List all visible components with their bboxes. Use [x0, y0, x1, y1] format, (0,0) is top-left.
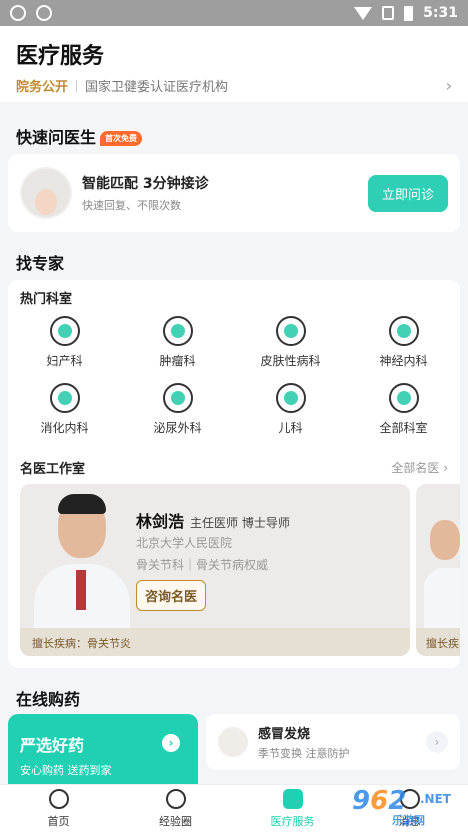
- notification-icon: [10, 5, 26, 21]
- hospital-desc: 国家卫健委认证医疗机构: [85, 80, 229, 95]
- doctor-hospital: 北京大学人民医院: [136, 536, 233, 550]
- quick-ask-card[interactable]: 智能匹配 3分钟接诊 快速回复、不限次数 立即问诊: [8, 154, 460, 232]
- drug-category-subtitle: 季节变换 注意防护: [258, 747, 350, 760]
- doctor-name: 林剑浩: [136, 512, 185, 531]
- all-depts-icon: [388, 383, 419, 413]
- watermark-logo: 962 .NET 乐游网: [352, 786, 451, 827]
- doctor-card[interactable]: 林剑浩 主任医师 博士导师 北京大学人民医院 骨关节科｜骨关节病权威 咨询名医 …: [20, 484, 410, 656]
- tumor-icon: [162, 316, 193, 346]
- page-title: 医疗服务: [16, 44, 105, 69]
- all-doctors-link-text: 全部名医: [391, 461, 440, 475]
- dept-item[interactable]: 泌尿外科: [121, 383, 234, 436]
- hospital-info-row[interactable]: 院务公开 国家卫健委认证医疗机构 ›: [16, 76, 452, 95]
- dept-item[interactable]: 消化内科: [8, 383, 121, 436]
- divider: [76, 79, 78, 92]
- famous-title: 名医工作室: [20, 462, 86, 477]
- consult-doctor-button[interactable]: 咨询名医: [136, 580, 207, 611]
- dept-item[interactable]: 儿科: [234, 383, 347, 436]
- all-doctors-link[interactable]: 全部名医 ›: [391, 459, 448, 476]
- avatar: [20, 167, 72, 219]
- chevron-right-icon: ›: [162, 734, 180, 752]
- dept-label: 妇产科: [46, 354, 83, 368]
- quick-ask-headline: 智能匹配 3分钟接诊: [82, 176, 209, 192]
- sim-icon: [382, 6, 395, 20]
- pacifier-icon: [275, 383, 306, 413]
- tab-label: 首页: [47, 814, 70, 828]
- doctor-photo: [424, 510, 460, 628]
- skin-icon: [275, 316, 306, 346]
- chevron-right-icon: ›: [443, 461, 448, 475]
- buy-drugs-title: 在线购药: [16, 690, 81, 709]
- dept-grid: 妇产科 肿瘤科 皮肤性病科 神经内科 消化内科 泌尿外科 儿科 全部科室: [8, 316, 460, 436]
- expert-card: 热门科室 妇产科 肿瘤科 皮肤性病科 神经内科 消化内科 泌尿外科 儿科 全部科…: [8, 280, 460, 668]
- doctor-title: 主任医师 博士导师: [190, 516, 290, 530]
- stomach-icon: [49, 383, 80, 413]
- promo-card[interactable]: 严选好药 安心购药 送药到家 ›: [8, 714, 198, 784]
- quick-ask-title: 快速问医生 首次免费: [16, 124, 143, 148]
- quick-ask-title-text: 快速问医生: [16, 128, 97, 147]
- dept-label: 肿瘤科: [159, 354, 196, 368]
- header: 医疗服务 院务公开 国家卫健委认证医疗机构 ›: [0, 26, 468, 102]
- dept-label: 消化内科: [40, 421, 89, 435]
- dept-item[interactable]: 神经内科: [347, 316, 460, 369]
- notification-icon: [36, 5, 52, 21]
- circle-icon: [165, 788, 186, 809]
- dept-label: 儿科: [278, 421, 303, 435]
- dept-item[interactable]: 妇产科: [8, 316, 121, 369]
- dept-label: 皮肤性病科: [260, 354, 321, 368]
- dept-label: 泌尿外科: [153, 421, 202, 435]
- battery-icon: [404, 5, 414, 21]
- kidney-icon: [162, 383, 193, 413]
- doctor-specialty: 擅长疾: [416, 628, 460, 656]
- free-badge: 首次免费: [100, 131, 143, 146]
- dept-label: 神经内科: [379, 354, 428, 368]
- doctor-photo: [28, 492, 136, 628]
- chevron-right-icon: ›: [445, 76, 452, 95]
- wifi-icon: [354, 6, 373, 20]
- drug-category-title: 感冒发烧: [258, 727, 311, 742]
- find-expert-title: 找专家: [16, 254, 65, 273]
- doctor-dept: 骨关节科｜骨关节病权威: [136, 558, 269, 572]
- doctor-specialty: 擅长疾病：骨关节炎: [20, 628, 410, 656]
- hot-depts-title: 热门科室: [20, 292, 73, 307]
- tab-label: 医疗服务: [270, 814, 315, 828]
- status-time: 5:31: [423, 5, 458, 21]
- hospital-tag: 院务公开: [16, 80, 69, 95]
- tab-experience[interactable]: 经验圈: [117, 785, 234, 832]
- consult-now-button[interactable]: 立即问诊: [367, 174, 448, 212]
- dept-item[interactable]: 皮肤性病科: [234, 316, 347, 369]
- chevron-right-icon: ›: [426, 731, 448, 753]
- tab-home[interactable]: 首页: [0, 785, 117, 832]
- dept-item[interactable]: 肿瘤科: [121, 316, 234, 369]
- quick-ask-subtitle: 快速回复、不限次数: [82, 199, 181, 212]
- famous-doctors-header: 名医工作室 全部名医 ›: [20, 458, 448, 477]
- tab-label: 经验圈: [159, 814, 192, 828]
- status-bar: 5:31: [0, 0, 468, 26]
- uterus-icon: [49, 316, 80, 346]
- dept-label: 全部科室: [379, 421, 428, 435]
- medical-icon: [282, 788, 303, 809]
- dept-item[interactable]: 全部科室: [347, 383, 460, 436]
- doctor-card[interactable]: 擅长疾: [416, 484, 460, 656]
- brain-icon: [388, 316, 419, 346]
- avatar: [218, 727, 248, 757]
- promo-subtitle: 安心购药 送药到家: [20, 764, 112, 777]
- drug-category-item[interactable]: 感冒发烧 季节变换 注意防护 ›: [206, 714, 460, 770]
- home-icon: [48, 788, 69, 809]
